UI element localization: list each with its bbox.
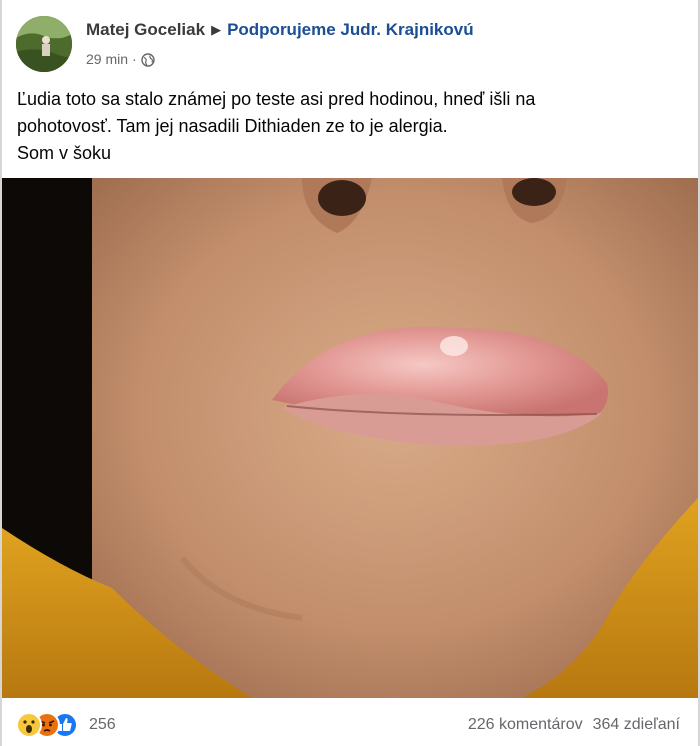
reaction-count[interactable]: 256 xyxy=(89,716,116,734)
globe-icon[interactable] xyxy=(141,53,155,70)
engagement-stats: 226 komentárov 364 zdieľaní xyxy=(468,716,680,734)
post-footer: 256 226 komentárov 364 zdieľaní xyxy=(0,698,700,746)
meta-separator: · xyxy=(132,51,137,67)
wow-reaction-icon xyxy=(16,712,42,738)
post-photo[interactable] xyxy=(2,178,698,698)
post-text: Ľudia toto sa stalo známej po teste asi … xyxy=(17,86,677,167)
author-name[interactable]: Matej Goceliak xyxy=(86,20,205,39)
group-name-link[interactable]: Podporujeme Judr. Krajnikovú xyxy=(227,20,474,39)
author-line: Matej Goceliak ▶ Podporujeme Judr. Krajnik… xyxy=(86,20,474,40)
shares-count[interactable]: 364 zdieľaní xyxy=(593,716,680,733)
post-timestamp[interactable]: 29 min xyxy=(86,51,128,67)
facebook-post: Matej Goceliak ▶ Podporujeme Judr. Krajnik… xyxy=(0,0,700,746)
post-meta: 29 min · xyxy=(86,51,155,70)
post-header: Matej Goceliak ▶ Podporujeme Judr. Krajnik… xyxy=(16,14,676,72)
post-text-line: pohotovosť. Tam jej nasadili Dithiaden z… xyxy=(17,116,448,136)
avatar[interactable] xyxy=(16,16,72,72)
comments-count[interactable]: 226 komentárov xyxy=(468,716,583,733)
post-photo-image xyxy=(2,178,698,698)
post-text-line: Som v šoku xyxy=(17,143,112,163)
shared-to-arrow-icon: ▶ xyxy=(211,22,222,37)
post-text-line: Ľudia toto sa stalo známej po teste asi … xyxy=(17,89,536,109)
